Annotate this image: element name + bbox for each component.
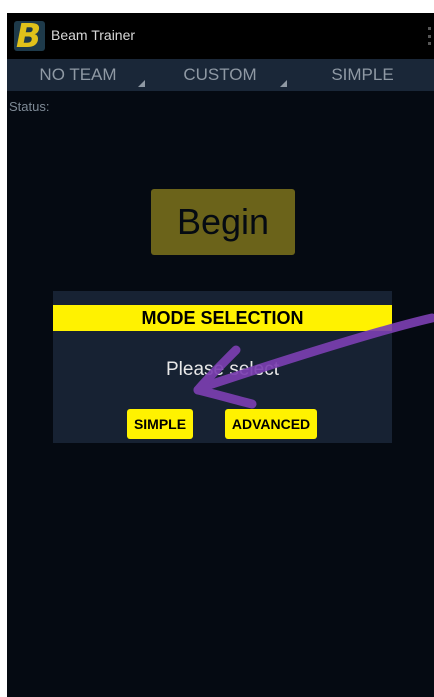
- simple-mode-button[interactable]: SIMPLE: [127, 409, 193, 439]
- custom-spinner[interactable]: CUSTOM: [149, 59, 291, 91]
- app-title: Beam Trainer: [51, 27, 136, 43]
- spinner-bar: NO TEAM CUSTOM SIMPLE: [7, 59, 434, 91]
- app-screen: B Beam Trainer NO TEAM CUSTOM SIMPLE Sta…: [7, 13, 434, 697]
- mode-spinner-label: SIMPLE: [331, 65, 394, 84]
- dialog-title: MODE SELECTION: [53, 305, 392, 331]
- status-label: Status:: [9, 99, 50, 114]
- team-spinner[interactable]: NO TEAM: [7, 59, 149, 91]
- begin-button[interactable]: Begin: [151, 189, 295, 255]
- dropdown-triangle-icon: [138, 80, 145, 87]
- overflow-menu-icon[interactable]: [426, 27, 432, 45]
- advanced-mode-button[interactable]: ADVANCED: [225, 409, 317, 439]
- dialog-message: Please select: [165, 359, 279, 380]
- team-spinner-label: NO TEAM: [39, 65, 117, 84]
- action-bar: B Beam Trainer: [7, 13, 434, 59]
- app-logo: B: [14, 21, 45, 51]
- dropdown-triangle-icon: [280, 80, 287, 87]
- custom-spinner-label: CUSTOM: [183, 65, 257, 84]
- mode-selection-dialog: MODE SELECTION Please select SIMPLE ADVA…: [53, 291, 392, 443]
- mode-spinner[interactable]: SIMPLE: [291, 59, 434, 91]
- logo-letter: B: [16, 21, 42, 51]
